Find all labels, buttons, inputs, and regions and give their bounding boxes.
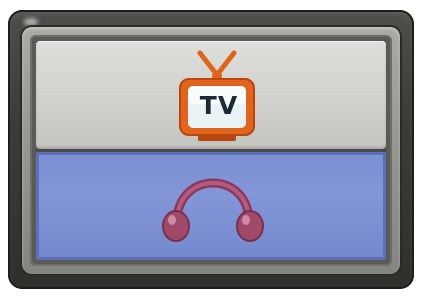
button-bezel: TV bbox=[22, 27, 400, 274]
tv-label: TV bbox=[199, 91, 239, 120]
headphones-icon bbox=[157, 164, 269, 244]
tv-button[interactable]: TV bbox=[36, 41, 386, 149]
tv-icon: TV bbox=[176, 45, 258, 145]
remote-panel: TV bbox=[8, 10, 414, 289]
audio-button[interactable] bbox=[36, 152, 386, 260]
button-well: TV bbox=[30, 35, 392, 266]
frame-highlight bbox=[24, 18, 38, 26]
